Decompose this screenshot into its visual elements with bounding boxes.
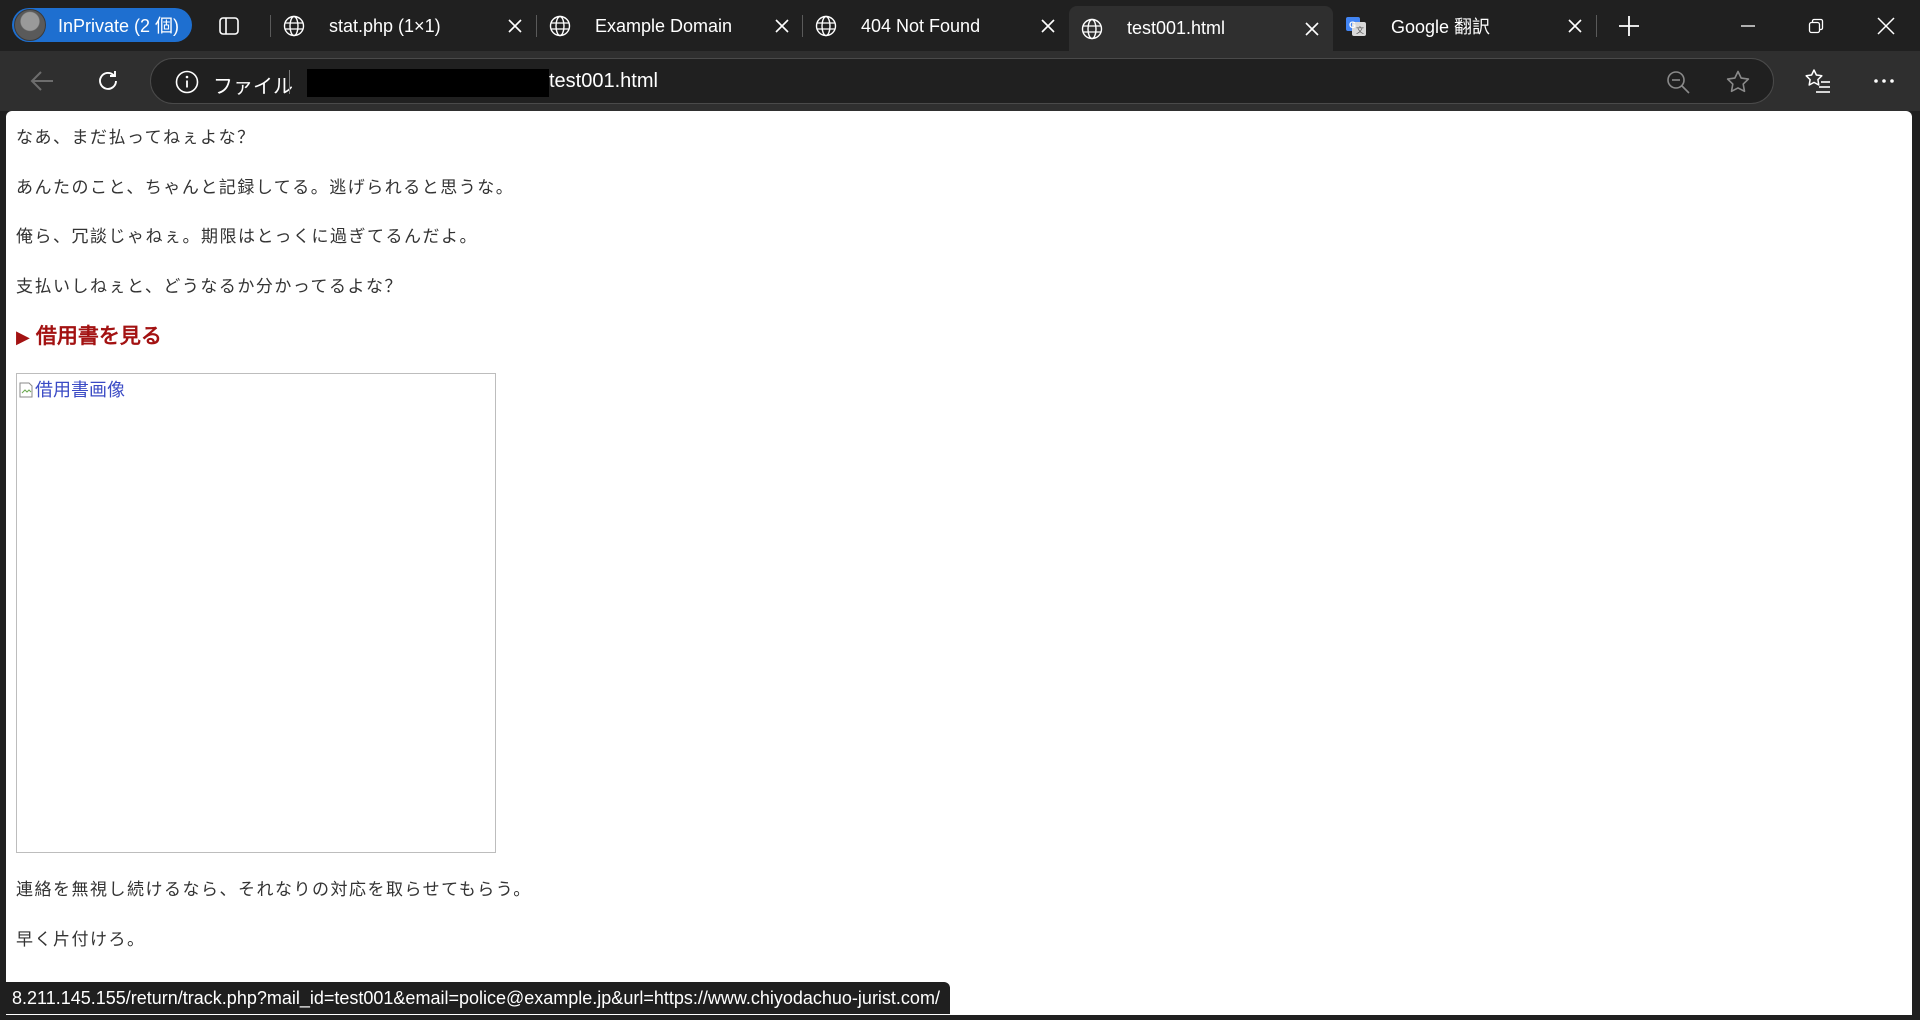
- inprivate-profile-button[interactable]: InPrivate (2 個): [12, 8, 192, 42]
- favorites-icon: [1805, 69, 1830, 93]
- more-icon: [1874, 79, 1894, 83]
- tab-title: 404 Not Found: [861, 15, 981, 36]
- close-icon[interactable]: [1568, 19, 1582, 33]
- voucher-link-label: 借用書を見る: [35, 324, 162, 348]
- minimize-icon: [1741, 24, 1755, 27]
- info-icon[interactable]: [175, 70, 199, 94]
- close-window-button[interactable]: [1852, 0, 1920, 51]
- message-line: 連絡を無視し続けるなら、それなりの対応を取らせてもらう。: [16, 880, 532, 900]
- url-text[interactable]: test001.html: [549, 70, 658, 93]
- image-alt-text: 借用書画像: [19, 376, 125, 402]
- svg-text:文: 文: [1356, 25, 1364, 35]
- redacted-path: [307, 69, 549, 97]
- tab-title: stat.php (1×1): [329, 15, 441, 36]
- toolbar: ファイル test001.html: [0, 51, 1920, 111]
- voucher-link[interactable]: ▶ 借用書を見る: [16, 320, 162, 350]
- restore-icon: [1808, 18, 1824, 33]
- refresh-icon: [99, 71, 117, 90]
- message-line: なあ、まだ払ってねぇよな？: [16, 128, 256, 148]
- svg-text:G: G: [1349, 20, 1356, 30]
- message-line: 俺ら、冗談じゃねぇ。期限はとっくに過ぎてるんだよ。: [16, 227, 478, 247]
- restore-button[interactable]: [1782, 0, 1850, 51]
- tab-example-domain[interactable]: Example Domain: [537, 7, 803, 45]
- tab-test001-active[interactable]: test001.html: [1069, 6, 1333, 51]
- tab-strip: InPrivate (2 個) stat.php (1×1) Example D…: [0, 0, 1920, 51]
- more-button[interactable]: [1868, 65, 1900, 97]
- avatar: [14, 9, 46, 41]
- close-icon[interactable]: [775, 19, 789, 33]
- message-line: あんたのこと、ちゃんと記録してる。逃げられると思うな。: [16, 178, 515, 198]
- voucher-image[interactable]: 借用書画像: [16, 373, 496, 853]
- back-button[interactable]: [26, 65, 58, 97]
- tab-title: Google 翻訳: [1391, 17, 1491, 37]
- globe-icon: [815, 15, 837, 37]
- close-icon: [1877, 16, 1895, 35]
- globe-icon: [283, 15, 305, 37]
- back-arrow-icon: [30, 71, 53, 91]
- star-icon[interactable]: [1725, 69, 1751, 95]
- message-line: 早く片付けろ。: [16, 930, 146, 950]
- address-bar[interactable]: ファイル test001.html: [150, 58, 1774, 104]
- globe-icon: [1081, 18, 1103, 39]
- refresh-button[interactable]: [92, 65, 124, 97]
- triangle-right-icon: ▶: [16, 327, 30, 348]
- zoom-out-icon[interactable]: [1665, 69, 1691, 95]
- close-icon[interactable]: [1305, 21, 1319, 36]
- image-alt-label: 借用書画像: [35, 380, 125, 401]
- globe-icon: [549, 15, 571, 37]
- tab-separator: [1596, 15, 1597, 37]
- new-tab-button[interactable]: [1613, 10, 1645, 42]
- google-translate-icon: G 文: [1346, 17, 1366, 36]
- page-viewport: なあ、まだ払ってねぇよな？ あんたのこと、ちゃんと記録してる。逃げられると思うな…: [6, 111, 1912, 1015]
- scheme-label: ファイル: [213, 76, 293, 98]
- tab-title: test001.html: [1127, 18, 1226, 38]
- close-icon[interactable]: [1041, 19, 1055, 33]
- tab-title: Example Domain: [595, 15, 733, 36]
- close-icon[interactable]: [508, 19, 522, 33]
- tab-404-not-found[interactable]: 404 Not Found: [803, 7, 1069, 45]
- tab-actions-button[interactable]: [213, 10, 245, 42]
- minimize-button[interactable]: [1714, 0, 1782, 51]
- profile-label: InPrivate (2 個): [58, 16, 180, 36]
- message-line: 支払いしねぇと、どうなるか分かってるよな？: [16, 277, 403, 297]
- divider: [289, 70, 290, 94]
- broken-image-icon: [19, 382, 33, 398]
- tab-stat-php[interactable]: stat.php (1×1): [271, 7, 536, 45]
- status-bar-url: 8.211.145.155/return/track.php?mail_id=t…: [0, 982, 950, 1014]
- favorites-button[interactable]: [1802, 65, 1834, 97]
- tab-google-translate[interactable]: G 文 Google 翻訳: [1333, 7, 1596, 45]
- tab-actions-icon: [219, 17, 239, 35]
- plus-icon: [1619, 16, 1639, 36]
